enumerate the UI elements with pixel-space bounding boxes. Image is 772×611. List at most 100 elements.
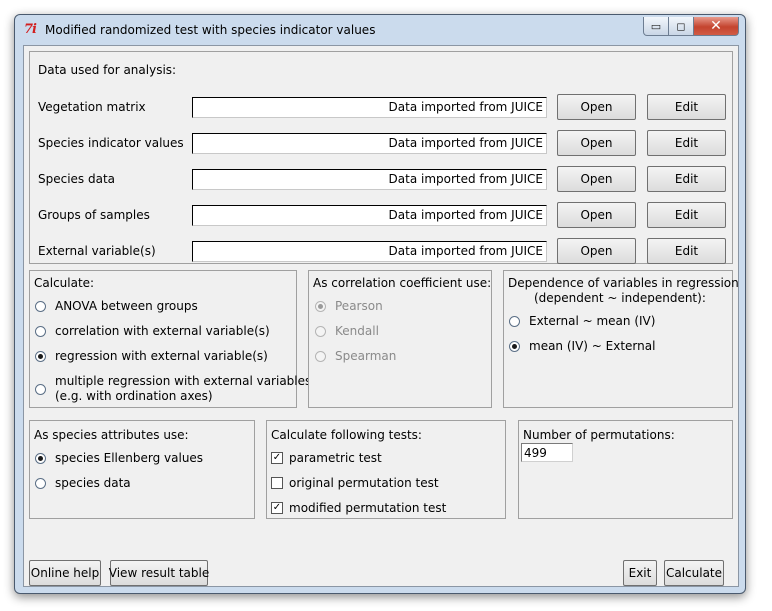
data-panel-title: Data used for analysis: [38,63,177,77]
radio-label: regression with external variable(s) [55,349,268,363]
exit-button[interactable]: Exit [623,560,657,586]
data-row-field[interactable]: Data imported from JUICE [192,97,547,118]
open-button[interactable]: Open [557,130,636,156]
radio-species-data[interactable]: species data [35,476,131,490]
radio-label-secondary: (e.g. with ordination axes) [55,389,213,403]
data-row-label: External variable(s) [38,244,156,258]
close-icon: ✕ [710,18,722,34]
checkbox[interactable]: ✓ [271,452,283,464]
checkbox-parametric-test[interactable]: ✓ parametric test [271,451,382,465]
radio-label: correlation with external variable(s) [55,324,270,338]
radio-label: mean (IV) ~ External [529,339,656,353]
minimize-button[interactable]: ▭ [643,17,669,36]
check-mark-icon: ✓ [272,502,282,513]
maximize-button[interactable]: ◻ [668,17,694,36]
permutations-input[interactable]: 499 [521,443,573,462]
radio-button[interactable] [315,325,326,337]
tests-panel: Calculate following tests: ✓ parametric … [266,420,506,519]
tests-panel-title: Calculate following tests: [271,428,422,442]
data-row-label: Groups of samples [38,208,150,222]
online-help-button[interactable]: Online help [29,560,101,586]
close-button[interactable]: ✕ [693,17,739,36]
data-panel: Data used for analysis: Vegetation matri… [29,51,733,264]
calculate-panel-title: Calculate: [34,276,95,290]
checkbox-modified-permutation[interactable]: ✓ modified permutation test [271,501,446,515]
radio-anova[interactable]: ANOVA between groups [35,299,198,313]
radio-regression[interactable]: regression with external variable(s) [35,349,268,363]
data-row-label: Species indicator values [38,136,184,150]
radio-external-mean[interactable]: External ~ mean (IV) [509,314,655,328]
attributes-panel-title: As species attributes use: [34,428,189,442]
permutations-panel: Number of permutations: 499 [518,420,733,519]
checkbox-label: modified permutation test [289,501,447,515]
data-row-label: Species data [38,172,116,186]
calculate-panel: Calculate: ANOVA between groups correlat… [29,270,311,408]
radio-label: species data [55,476,131,490]
correlation-panel-title: As correlation coefficient use: [313,276,492,290]
radio-selected-dot [318,303,323,309]
radio-multiple-regression[interactable]: multiple regression with external variab… [35,374,311,404]
edit-button[interactable]: Edit [647,130,726,156]
dialog-body: Data used for analysis: Vegetation matri… [23,45,739,587]
window-title: Modified randomized test with species in… [45,23,376,37]
checkbox-label: original permutation test [289,476,439,490]
radio-label-group: multiple regression with external variab… [55,374,311,404]
app-logo-icon: 7i [24,22,37,37]
radio-selected-dot [38,353,43,359]
data-row-field[interactable]: Data imported from JUICE [192,205,547,226]
data-row-field[interactable]: Data imported from JUICE [192,133,547,154]
check-mark-icon: ✓ [272,452,282,463]
radio-button[interactable] [35,477,46,489]
edit-button[interactable]: Edit [647,238,726,264]
radio-button[interactable] [35,452,46,464]
open-button[interactable]: Open [557,166,636,192]
radio-label: Kendall [335,324,379,338]
checkbox[interactable] [271,477,283,489]
title-bar[interactable]: 7i Modified randomized test with species… [15,15,745,45]
minimize-icon: ▭ [650,19,662,33]
radio-correlation[interactable]: correlation with external variable(s) [35,324,270,338]
radio-label: multiple regression with external variab… [55,374,312,388]
radio-button[interactable] [315,350,326,362]
data-row-field[interactable]: Data imported from JUICE [192,169,547,190]
radio-label: ANOVA between groups [55,299,198,313]
checkbox-original-permutation[interactable]: original permutation test [271,476,439,490]
radio-button[interactable] [35,383,46,395]
app-window: 7i Modified randomized test with species… [14,14,746,594]
radio-label: External ~ mean (IV) [529,314,656,328]
radio-kendall[interactable]: Kendall [315,324,379,338]
radio-label: Spearman [335,349,397,363]
radio-label: Pearson [335,299,383,313]
dependence-panel: Dependence of variables in regression (d… [503,270,739,408]
dependence-panel-title: Dependence of variables in regression [508,276,739,290]
attributes-panel: As species attributes use: species Ellen… [29,420,255,519]
calculate-button[interactable]: Calculate [664,560,724,586]
checkbox-label: parametric test [289,451,382,465]
data-row-label: Vegetation matrix [38,100,146,114]
open-button[interactable]: Open [557,202,636,228]
open-button[interactable]: Open [557,238,636,264]
checkbox[interactable]: ✓ [271,502,283,514]
radio-button[interactable] [509,315,520,327]
radio-button[interactable] [35,325,46,337]
open-button[interactable]: Open [557,94,636,120]
radio-label: species Ellenberg values [55,451,204,465]
radio-pearson[interactable]: Pearson [315,299,383,313]
radio-selected-dot [38,455,43,461]
view-result-table-button[interactable]: View result table [109,560,209,586]
radio-button[interactable] [35,350,46,362]
maximize-icon: ◻ [676,19,686,33]
radio-selected-dot [512,343,517,349]
radio-button[interactable] [315,300,326,312]
radio-spearman[interactable]: Spearman [315,349,396,363]
edit-button[interactable]: Edit [647,202,726,228]
radio-mean-external[interactable]: mean (IV) ~ External [509,339,655,353]
data-row-field[interactable]: Data imported from JUICE [192,241,547,262]
radio-button[interactable] [35,300,46,312]
edit-button[interactable]: Edit [647,166,726,192]
dependence-panel-subtitle: (dependent ~ independent): [534,291,706,305]
edit-button[interactable]: Edit [647,94,726,120]
correlation-panel: As correlation coefficient use: Pearson … [308,270,492,408]
radio-button[interactable] [509,340,520,352]
radio-ellenberg-values[interactable]: species Ellenberg values [35,451,203,465]
